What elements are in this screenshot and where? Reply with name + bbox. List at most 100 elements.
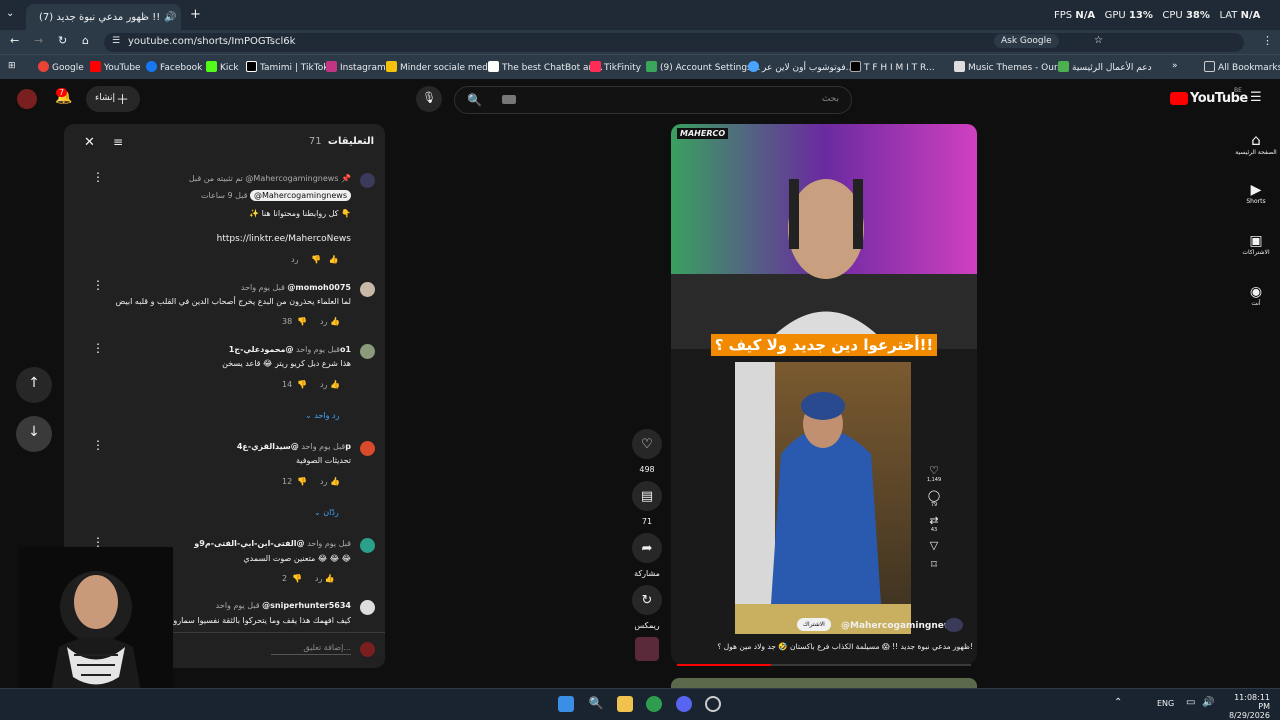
address-field[interactable]: ☰ youtube.com/shorts/ImPOGTscl6k Ask Goo… <box>104 33 1244 52</box>
avatar[interactable] <box>360 282 375 297</box>
network-icon[interactable]: ▭ <box>1186 697 1195 708</box>
sound-thumbnail[interactable] <box>635 637 659 661</box>
chrome-icon[interactable] <box>646 696 662 712</box>
more-bookmarks-icon[interactable]: » <box>1172 61 1178 71</box>
chrome-menu-icon[interactable]: ⋮ <box>1262 34 1273 47</box>
nav-home[interactable]: ⌂ الصفحة الرئيسية <box>1234 131 1278 156</box>
bookmark-google[interactable]: Google <box>38 61 84 73</box>
avatar[interactable] <box>360 344 375 359</box>
comments-action[interactable]: ▤ 71 <box>632 481 662 526</box>
like-icon[interactable]: 👍 <box>325 574 335 583</box>
create-button[interactable]: إنشاء ＋ <box>86 86 140 112</box>
channel-avatar[interactable] <box>945 618 963 632</box>
windows-start-icon[interactable] <box>558 696 574 712</box>
reply-button[interactable]: رد <box>291 255 298 264</box>
dislike-icon[interactable]: 👎 <box>297 317 307 326</box>
app-icon[interactable] <box>705 696 721 712</box>
avatar[interactable] <box>360 600 375 615</box>
bookmark-support[interactable]: دعم الأعمال الرئيسية <box>1058 61 1152 73</box>
previous-short-button[interactable]: ↑ <box>16 367 52 403</box>
more-options-icon[interactable]: ⋮ <box>92 170 104 184</box>
new-tab-icon[interactable]: + <box>190 7 201 22</box>
bookmark-photoshop[interactable]: فوتوشوب أون لاين عر... <box>748 61 854 73</box>
guide-menu-icon[interactable]: ☰ <box>1250 90 1262 105</box>
like-icon[interactable]: 👍 <box>329 255 339 264</box>
reply-button[interactable]: رد <box>320 317 327 326</box>
apps-icon[interactable]: ⊞ <box>8 61 16 71</box>
bookmark-account[interactable]: (9) Account Settings... <box>646 61 760 73</box>
keyboard-icon[interactable] <box>502 95 516 104</box>
nav-you[interactable]: ◉ أنت <box>1234 284 1278 307</box>
bookmark-x[interactable]: T F H I M I T R... <box>850 61 935 73</box>
bookmark-instagram[interactable]: Instagram <box>326 61 386 73</box>
tab-list-icon[interactable]: ⌄ <box>6 8 14 19</box>
bookmark-kick[interactable]: Kick <box>206 61 239 73</box>
dislike-icon[interactable]: 👎 <box>297 477 307 486</box>
speaker-icon[interactable]: 🔊 <box>164 12 176 23</box>
view-replies-button[interactable]: ⌄ ردّان <box>314 508 339 517</box>
share-action[interactable]: ➦ مشاركة <box>632 533 662 578</box>
reply-button[interactable]: رد <box>320 380 327 389</box>
avatar[interactable] <box>360 173 375 188</box>
subscribe-button[interactable]: الاشتراك <box>797 618 831 631</box>
file-explorer-icon[interactable] <box>617 696 633 712</box>
comment-author[interactable]: @sniperhunter5634 <box>262 601 351 610</box>
next-video-preview[interactable] <box>671 678 977 688</box>
sort-icon[interactable]: ≡ <box>113 135 123 149</box>
like-action[interactable]: ♡ 498 <box>632 429 662 474</box>
nav-subscriptions[interactable]: ▣ الاشتراكات <box>1234 233 1278 256</box>
more-options-icon[interactable]: ⋮ <box>92 341 104 355</box>
avatar[interactable] <box>360 441 375 456</box>
bookmark-chatbot[interactable]: The best ChatBot an... <box>488 61 603 73</box>
remix-icon[interactable]: ↻ <box>632 585 662 615</box>
search-box[interactable]: 🔍 بحث <box>454 86 852 114</box>
bookmark-minder[interactable]: Minder sociale medi... <box>386 61 499 73</box>
search-icon[interactable]: 🔍 <box>467 93 482 107</box>
discord-icon[interactable] <box>676 696 692 712</box>
like-icon[interactable]: 👍 <box>330 477 340 486</box>
dislike-icon[interactable]: 👎 <box>297 380 307 389</box>
voice-search-icon[interactable]: 🎙 <box>416 86 442 112</box>
remix-action[interactable]: ↻ ريمكس <box>632 585 662 630</box>
like-icon[interactable]: 👍 <box>330 317 340 326</box>
nav-shorts[interactable]: ▶ Shorts <box>1234 182 1278 205</box>
share-icon[interactable]: ➦ <box>632 533 662 563</box>
browser-tab[interactable]: (7) ظهور مدعي نبوة جديد !! 🔊 ✕ <box>26 4 181 30</box>
site-info-icon[interactable]: ☰ <box>112 36 120 46</box>
forward-icon[interactable]: → <box>34 34 43 47</box>
author-badge[interactable]: @Mahercogamingnews <box>249 190 351 201</box>
youtube-logo-icon[interactable] <box>1170 92 1188 105</box>
like-icon[interactable]: 👍 <box>330 380 340 389</box>
volume-icon[interactable]: 🔊 <box>1202 697 1214 708</box>
bookmark-tikfinity[interactable]: TikFinity <box>590 61 641 73</box>
account-avatar[interactable] <box>17 89 37 109</box>
bookmark-youtube[interactable]: YouTube <box>90 61 141 73</box>
bookmark-music[interactable]: Music Themes - Our... <box>954 61 1065 73</box>
comment-author[interactable]: @الفتى-ابن-ابي-الفتى-م9و <box>194 539 304 548</box>
progress-bar[interactable] <box>677 664 971 666</box>
dislike-icon[interactable]: 👎 <box>292 574 302 583</box>
add-comment-input[interactable]: إضافة تعليق... <box>271 643 351 655</box>
tray-chevron-icon[interactable]: ⌃ <box>1114 697 1122 708</box>
bookmark-star-icon[interactable]: ☆ <box>1094 35 1103 46</box>
all-bookmarks[interactable]: All Bookmarks <box>1204 61 1280 73</box>
clock[interactable]: 11:08:11 PM 8/29/2026 <box>1220 693 1270 720</box>
channel-handle[interactable]: @Mahercogamingnews <box>841 621 958 631</box>
heart-icon[interactable]: ♡ <box>632 429 662 459</box>
language-indicator[interactable]: ENG <box>1157 699 1174 708</box>
search-taskbar-icon[interactable]: 🔍 <box>588 696 604 712</box>
next-short-button[interactable]: ↓ <box>16 416 52 452</box>
reply-button[interactable]: رد <box>315 574 322 583</box>
view-replies-button[interactable]: ⌄ رد واحد <box>305 411 339 420</box>
comment-author[interactable]: @momoh0075 <box>287 283 351 292</box>
bookmark-tamimi[interactable]: Tamimi | TikTok <box>246 61 328 73</box>
more-options-icon[interactable]: ⋮ <box>92 278 104 292</box>
comment-link[interactable]: https://linktr.ee/MahercoNews <box>217 234 351 244</box>
avatar[interactable] <box>360 538 375 553</box>
more-options-icon[interactable]: ⋮ <box>92 438 104 452</box>
reload-icon[interactable]: ↻ <box>58 34 67 47</box>
reply-button[interactable]: رد <box>320 477 327 486</box>
search-input[interactable]: بحث <box>822 94 839 104</box>
comment-icon[interactable]: ▤ <box>632 481 662 511</box>
close-icon[interactable]: ✕ <box>84 135 95 150</box>
